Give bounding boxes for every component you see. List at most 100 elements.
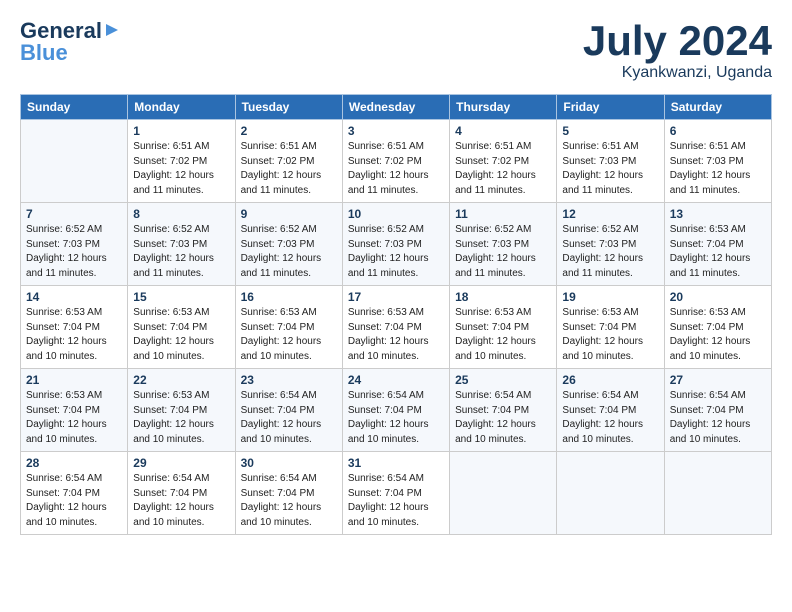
day-info: Sunrise: 6:53 AM Sunset: 7:04 PM Dayligh…	[26, 306, 122, 364]
calendar-week-row: 7 Sunrise: 6:52 AM Sunset: 7:03 PM Daylig…	[21, 203, 772, 286]
day-info: Sunrise: 6:54 AM Sunset: 7:04 PM Dayligh…	[670, 389, 766, 447]
day-number: 29	[133, 456, 229, 470]
calendar-cell: 13 Sunrise: 6:53 AM Sunset: 7:04 PM Dayli…	[664, 203, 771, 286]
day-number: 26	[562, 373, 658, 387]
calendar-cell: 26 Sunrise: 6:54 AM Sunset: 7:04 PM Dayli…	[557, 369, 664, 452]
day-info: Sunrise: 6:53 AM Sunset: 7:04 PM Dayligh…	[670, 223, 766, 281]
day-info: Sunrise: 6:54 AM Sunset: 7:04 PM Dayligh…	[241, 472, 337, 530]
calendar-cell: 24Sunrise: 6:54 AM Sunset: 7:04 PM Dayli…	[342, 369, 449, 452]
day-info: Sunrise: 6:54 AM Sunset: 7:04 PM Dayligh…	[562, 389, 658, 447]
day-info: Sunrise: 6:53 AM Sunset: 7:04 PM Dayligh…	[133, 306, 229, 364]
day-number: 13	[670, 207, 766, 221]
calendar-week-row: 1 Sunrise: 6:51 AM Sunset: 7:02 PM Daylig…	[21, 120, 772, 203]
page: General Blue July 2024 Kyankwanzi, Ugand…	[0, 0, 792, 545]
calendar-cell: 6 Sunrise: 6:51 AM Sunset: 7:03 PM Daylig…	[664, 120, 771, 203]
weekday-header: Monday	[128, 95, 235, 120]
day-info: Sunrise: 6:54 AM Sunset: 7:04 PM Dayligh…	[348, 472, 444, 530]
day-number: 7	[26, 207, 122, 221]
day-number: 5	[562, 124, 658, 138]
day-info: Sunrise: 6:51 AM Sunset: 7:02 PM Dayligh…	[241, 140, 337, 198]
day-number: 25	[455, 373, 551, 387]
calendar-cell: 14Sunrise: 6:53 AM Sunset: 7:04 PM Dayli…	[21, 286, 128, 369]
day-number: 11	[455, 207, 551, 221]
day-info: Sunrise: 6:54 AM Sunset: 7:04 PM Dayligh…	[133, 472, 229, 530]
calendar-cell: 31 Sunrise: 6:54 AM Sunset: 7:04 PM Dayli…	[342, 452, 449, 535]
weekday-header: Friday	[557, 95, 664, 120]
calendar-cell: 2 Sunrise: 6:51 AM Sunset: 7:02 PM Daylig…	[235, 120, 342, 203]
calendar-cell: 18Sunrise: 6:53 AM Sunset: 7:04 PM Dayli…	[450, 286, 557, 369]
calendar-cell: 22 Sunrise: 6:53 AM Sunset: 7:04 PM Dayli…	[128, 369, 235, 452]
day-info: Sunrise: 6:51 AM Sunset: 7:02 PM Dayligh…	[133, 140, 229, 198]
calendar-cell	[21, 120, 128, 203]
day-info: Sunrise: 6:54 AM Sunset: 7:04 PM Dayligh…	[455, 389, 551, 447]
day-info: Sunrise: 6:51 AM Sunset: 7:02 PM Dayligh…	[348, 140, 444, 198]
day-number: 12	[562, 207, 658, 221]
logo: General Blue	[20, 18, 120, 66]
calendar-cell: 1 Sunrise: 6:51 AM Sunset: 7:02 PM Daylig…	[128, 120, 235, 203]
logo-arrow-icon	[104, 22, 120, 43]
day-number: 30	[241, 456, 337, 470]
day-number: 27	[670, 373, 766, 387]
day-number: 31	[348, 456, 444, 470]
calendar-title: July 2024	[583, 18, 772, 64]
day-info: Sunrise: 6:51 AM Sunset: 7:03 PM Dayligh…	[670, 140, 766, 198]
calendar-cell: 5Sunrise: 6:51 AM Sunset: 7:03 PM Daylig…	[557, 120, 664, 203]
calendar-cell: 9 Sunrise: 6:52 AM Sunset: 7:03 PM Daylig…	[235, 203, 342, 286]
day-info: Sunrise: 6:53 AM Sunset: 7:04 PM Dayligh…	[348, 306, 444, 364]
day-info: Sunrise: 6:53 AM Sunset: 7:04 PM Dayligh…	[670, 306, 766, 364]
calendar-cell: 21Sunrise: 6:53 AM Sunset: 7:04 PM Dayli…	[21, 369, 128, 452]
day-info: Sunrise: 6:53 AM Sunset: 7:04 PM Dayligh…	[133, 389, 229, 447]
calendar-cell: 16Sunrise: 6:53 AM Sunset: 7:04 PM Dayli…	[235, 286, 342, 369]
weekday-header: Tuesday	[235, 95, 342, 120]
calendar-cell: 3 Sunrise: 6:51 AM Sunset: 7:02 PM Daylig…	[342, 120, 449, 203]
weekday-header: Thursday	[450, 95, 557, 120]
weekday-header: Sunday	[21, 95, 128, 120]
calendar-cell: 28Sunrise: 6:54 AM Sunset: 7:04 PM Dayli…	[21, 452, 128, 535]
calendar-cell: 25 Sunrise: 6:54 AM Sunset: 7:04 PM Dayli…	[450, 369, 557, 452]
day-info: Sunrise: 6:53 AM Sunset: 7:04 PM Dayligh…	[455, 306, 551, 364]
calendar-cell: 30 Sunrise: 6:54 AM Sunset: 7:04 PM Dayli…	[235, 452, 342, 535]
calendar-week-row: 14Sunrise: 6:53 AM Sunset: 7:04 PM Dayli…	[21, 286, 772, 369]
day-number: 1	[133, 124, 229, 138]
day-number: 15	[133, 290, 229, 304]
calendar-cell	[557, 452, 664, 535]
day-number: 6	[670, 124, 766, 138]
calendar-cell: 15 Sunrise: 6:53 AM Sunset: 7:04 PM Dayli…	[128, 286, 235, 369]
calendar-cell	[450, 452, 557, 535]
day-number: 16	[241, 290, 337, 304]
logo-blue: Blue	[20, 40, 68, 66]
calendar-week-row: 21Sunrise: 6:53 AM Sunset: 7:04 PM Dayli…	[21, 369, 772, 452]
calendar-cell: 27 Sunrise: 6:54 AM Sunset: 7:04 PM Dayli…	[664, 369, 771, 452]
day-info: Sunrise: 6:53 AM Sunset: 7:04 PM Dayligh…	[562, 306, 658, 364]
calendar-cell: 7Sunrise: 6:52 AM Sunset: 7:03 PM Daylig…	[21, 203, 128, 286]
header: General Blue July 2024 Kyankwanzi, Ugand…	[20, 18, 772, 82]
weekday-header-row: SundayMondayTuesdayWednesdayThursdayFrid…	[21, 95, 772, 120]
day-number: 23	[241, 373, 337, 387]
day-info: Sunrise: 6:52 AM Sunset: 7:03 PM Dayligh…	[241, 223, 337, 281]
day-number: 24	[348, 373, 444, 387]
calendar-cell	[664, 452, 771, 535]
calendar-cell: 11Sunrise: 6:52 AM Sunset: 7:03 PM Dayli…	[450, 203, 557, 286]
day-info: Sunrise: 6:52 AM Sunset: 7:03 PM Dayligh…	[133, 223, 229, 281]
day-number: 22	[133, 373, 229, 387]
calendar-table: SundayMondayTuesdayWednesdayThursdayFrid…	[20, 94, 772, 535]
calendar-cell: 23Sunrise: 6:54 AM Sunset: 7:04 PM Dayli…	[235, 369, 342, 452]
calendar-cell: 20Sunrise: 6:53 AM Sunset: 7:04 PM Dayli…	[664, 286, 771, 369]
day-number: 3	[348, 124, 444, 138]
day-info: Sunrise: 6:53 AM Sunset: 7:04 PM Dayligh…	[26, 389, 122, 447]
title-block: July 2024 Kyankwanzi, Uganda	[583, 18, 772, 82]
day-info: Sunrise: 6:51 AM Sunset: 7:02 PM Dayligh…	[455, 140, 551, 198]
day-number: 2	[241, 124, 337, 138]
calendar-cell: 29 Sunrise: 6:54 AM Sunset: 7:04 PM Dayli…	[128, 452, 235, 535]
day-number: 4	[455, 124, 551, 138]
calendar-cell: 19Sunrise: 6:53 AM Sunset: 7:04 PM Dayli…	[557, 286, 664, 369]
day-number: 8	[133, 207, 229, 221]
day-number: 28	[26, 456, 122, 470]
calendar-cell: 4 Sunrise: 6:51 AM Sunset: 7:02 PM Daylig…	[450, 120, 557, 203]
calendar-cell: 12Sunrise: 6:52 AM Sunset: 7:03 PM Dayli…	[557, 203, 664, 286]
day-number: 10	[348, 207, 444, 221]
weekday-header: Saturday	[664, 95, 771, 120]
calendar-week-row: 28 Sunrise: 6:54 AM Sunset: 7:04 PM Dayli…	[21, 452, 772, 535]
day-number: 9	[241, 207, 337, 221]
calendar-cell: 10Sunrise: 6:52 AM Sunset: 7:03 PM Dayli…	[342, 203, 449, 286]
